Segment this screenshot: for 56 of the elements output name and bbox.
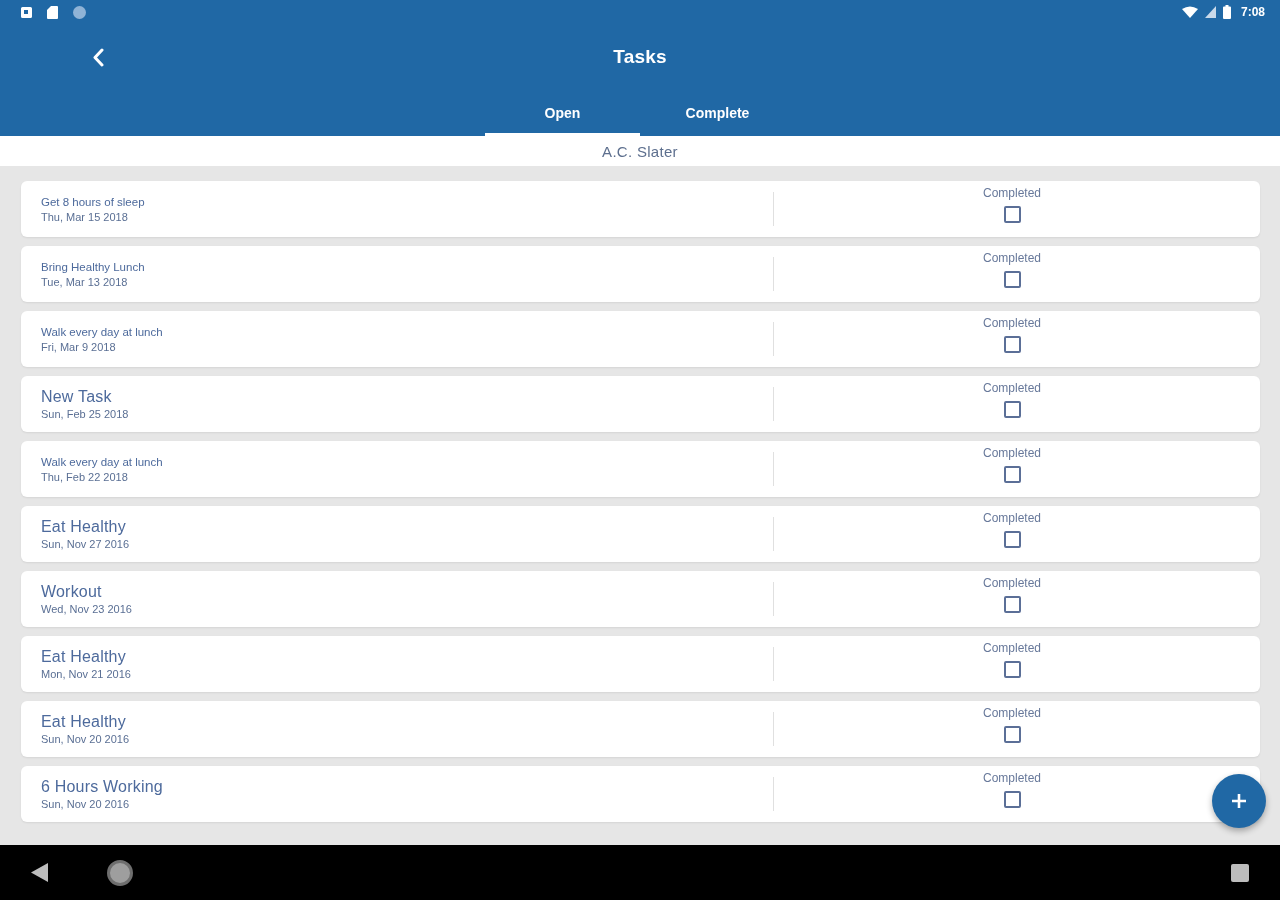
- checkbox[interactable]: [1003, 206, 1021, 223]
- task-title: Walk every day at lunch: [41, 454, 163, 469]
- plus-icon: [1231, 793, 1247, 809]
- task-date: Sun, Nov 20 2016: [41, 797, 130, 811]
- checkbox[interactable]: [1003, 466, 1021, 483]
- task-title: New Task: [41, 387, 112, 406]
- task-date: Sun, Feb 25 2018: [41, 407, 129, 421]
- task-title: Walk every day at lunch: [41, 324, 163, 339]
- task-title: Eat Healthy: [41, 517, 126, 536]
- task-title: Bring Healthy Lunch: [41, 259, 145, 274]
- checkbox-label: Completed: [983, 576, 1041, 591]
- checkbox-label: Completed: [983, 316, 1041, 331]
- task-date: Sun, Nov 27 2016: [41, 537, 130, 551]
- checkbox-label: Completed: [983, 641, 1041, 656]
- battery-icon: [1222, 5, 1231, 19]
- task-date: Mon, Nov 21 2016: [41, 667, 131, 681]
- wifi-icon: [1181, 6, 1198, 18]
- task-date: Sun, Nov 20 2016: [41, 732, 130, 746]
- task-title: Eat Healthy: [41, 647, 126, 666]
- notification-icon: [21, 6, 32, 18]
- recents-icon[interactable]: [1231, 863, 1249, 882]
- task-title: Get 8 hours of sleep: [41, 194, 145, 209]
- nav-back-icon[interactable]: [31, 863, 48, 882]
- checkbox[interactable]: [1003, 661, 1021, 678]
- checkbox[interactable]: [1003, 531, 1021, 548]
- checkbox[interactable]: [1003, 596, 1021, 613]
- checkbox-label: Completed: [983, 706, 1041, 721]
- chevron-left-icon: [92, 47, 104, 67]
- checkbox-label: Completed: [983, 446, 1041, 461]
- task-title: Eat Healthy: [41, 712, 126, 731]
- screen-title: Tasks: [613, 46, 667, 68]
- task-date: Thu, Mar 15 2018: [41, 209, 128, 224]
- checkbox-label: Completed: [983, 251, 1041, 266]
- home-icon[interactable]: [107, 859, 133, 886]
- tab[interactable]: Complete: [640, 90, 795, 136]
- signal-icon: [1204, 6, 1216, 18]
- checkbox-label: Completed: [983, 381, 1041, 396]
- person-name: A.C. Slater: [602, 142, 678, 160]
- checkbox-label: Completed: [983, 771, 1041, 786]
- checkbox[interactable]: [1003, 336, 1021, 353]
- clock-time: 7:08: [1240, 5, 1265, 19]
- add-task-button[interactable]: [1212, 774, 1266, 828]
- checkbox[interactable]: [1003, 726, 1021, 743]
- sd-card-icon: [47, 5, 58, 19]
- checkbox[interactable]: [1003, 271, 1021, 288]
- checkbox-label: Completed: [983, 511, 1041, 526]
- checkbox[interactable]: [1003, 401, 1021, 418]
- circle-icon: [73, 5, 86, 19]
- task-date: Tue, Mar 13 2018: [41, 274, 128, 289]
- task-title: Workout: [41, 582, 102, 601]
- task-date: Fri, Mar 9 2018: [41, 339, 116, 354]
- checkbox[interactable]: [1003, 791, 1021, 808]
- task-date: Thu, Feb 22 2018: [41, 469, 128, 484]
- task-date: Wed, Nov 23 2016: [41, 602, 132, 616]
- checkbox-label: Completed: [983, 186, 1041, 201]
- task-title: 6 Hours Working: [41, 777, 163, 796]
